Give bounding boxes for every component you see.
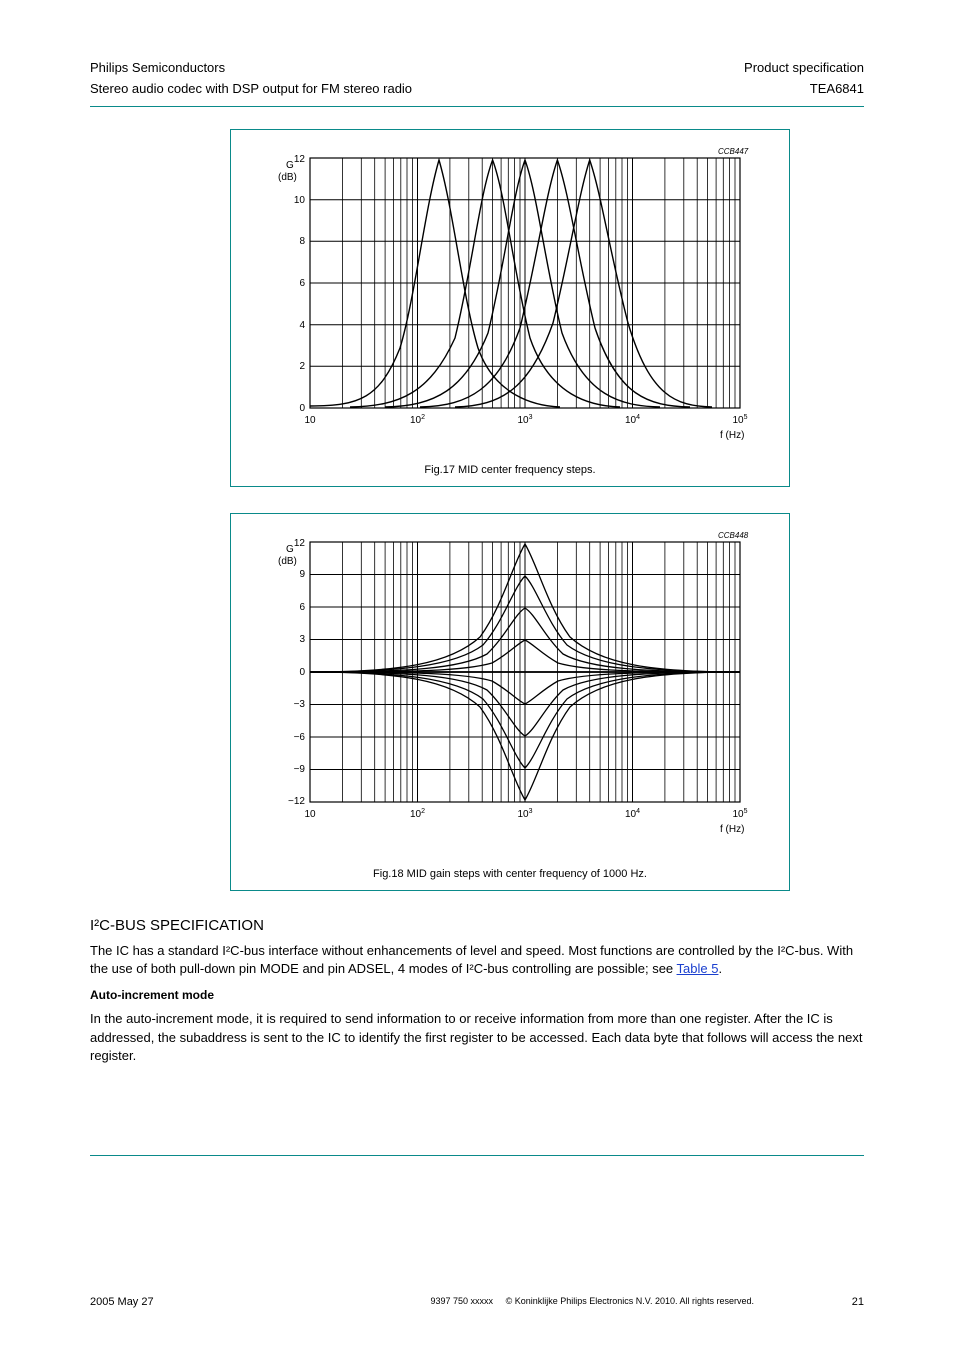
fig18-citation: CCB448 [718, 532, 749, 540]
svg-text:−12: −12 [288, 796, 305, 807]
svg-text:f (Hz): f (Hz) [720, 824, 744, 835]
svg-text:3: 3 [299, 634, 305, 645]
section-heading-i2c: I²C-BUS SPECIFICATION [90, 917, 864, 934]
subheading-autoincrement: Auto-increment mode [90, 988, 864, 1002]
svg-text:6: 6 [299, 602, 305, 613]
svg-text:102: 102 [410, 414, 425, 426]
table-5-link[interactable]: Table 5 [677, 961, 719, 976]
fig17-xlabel: f (Hz) [720, 430, 744, 441]
svg-text:G: G [286, 544, 294, 555]
figure-17-caption: Fig.17 MID center frequency steps. [241, 464, 779, 476]
product-row: Stereo audio codec with DSP output for F… [90, 81, 864, 96]
svg-text:12: 12 [294, 154, 306, 165]
company-name: Philips Semiconductors [90, 60, 225, 75]
figure-17: 0 2 4 6 8 10 12 10 102 103 104 105 G ( [230, 129, 790, 487]
svg-text:105: 105 [732, 808, 747, 820]
footer-rule [90, 1155, 864, 1156]
footer: 2005 May 27 9397 750 xxxxx © Koninklijke… [90, 1296, 864, 1308]
paragraph-1: The IC has a standard I²C-bus interface … [90, 942, 864, 978]
paragraph-2: In the auto-increment mode, it is requir… [90, 1010, 864, 1065]
svg-text:2: 2 [299, 361, 305, 372]
svg-text:−9: −9 [294, 764, 306, 775]
svg-text:6: 6 [299, 278, 305, 289]
svg-text:103: 103 [517, 808, 532, 820]
svg-text:8: 8 [299, 236, 305, 247]
svg-text:10: 10 [294, 195, 306, 206]
product-description: Stereo audio codec with DSP output for F… [90, 81, 412, 96]
header-row: Philips Semiconductors Product specifica… [90, 60, 864, 75]
fig17-ylabel: G [286, 160, 294, 171]
svg-text:105: 105 [732, 414, 747, 426]
footer-page: 21 [784, 1296, 864, 1308]
footer-copyright: © Koninklijke Philips Electronics N.V. 2… [506, 1296, 754, 1306]
svg-text:4: 4 [299, 320, 305, 331]
svg-text:0: 0 [299, 403, 305, 414]
figure-18: −12 −9 −6 −3 0 3 6 9 12 10 102 103 104 1… [230, 513, 790, 891]
header-rule [90, 106, 864, 107]
svg-text:9: 9 [299, 569, 305, 580]
svg-text:10: 10 [304, 415, 316, 426]
svg-text:−3: −3 [294, 699, 306, 710]
svg-text:104: 104 [625, 808, 640, 820]
svg-text:−6: −6 [294, 732, 306, 743]
part-number: TEA6841 [810, 81, 864, 96]
svg-text:12: 12 [294, 538, 306, 549]
svg-text:102: 102 [410, 808, 425, 820]
footer-date: 2005 May 27 [90, 1296, 170, 1308]
footer-path: 9397 750 xxxxx [431, 1296, 494, 1306]
svg-text:103: 103 [517, 414, 532, 426]
figure-18-caption: Fig.18 MID gain steps with center freque… [241, 868, 779, 880]
svg-text:104: 104 [625, 414, 640, 426]
figure-17-chart: 0 2 4 6 8 10 12 10 102 103 104 105 G ( [250, 148, 770, 458]
doc-type: Product specification [744, 60, 864, 75]
svg-text:(dB): (dB) [278, 556, 297, 567]
fig17-citation: CCB447 [718, 148, 749, 156]
svg-text:0: 0 [299, 667, 305, 678]
svg-text:(dB): (dB) [278, 172, 297, 183]
figure-18-chart: −12 −9 −6 −3 0 3 6 9 12 10 102 103 104 1… [250, 532, 770, 862]
svg-text:10: 10 [304, 809, 316, 820]
